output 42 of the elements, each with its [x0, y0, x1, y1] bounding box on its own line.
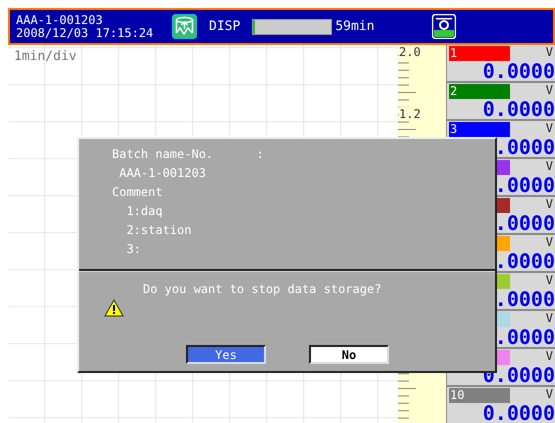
info-line: Batch name-No. :: [112, 146, 265, 163]
scale-label: 1.2: [399, 107, 421, 121]
time-division-label: 1min/div: [14, 48, 77, 66]
channel-value: .0000: [494, 213, 555, 233]
channel-value: .0000: [494, 175, 555, 195]
unit-label: V: [546, 236, 553, 249]
channel-tag: 3: [449, 122, 510, 137]
unit-label: V: [546, 350, 553, 363]
unit-label: V: [546, 122, 553, 135]
info-line: Comment: [112, 184, 164, 201]
yes-button[interactable]: Yes: [186, 345, 266, 364]
channel-value: 0.0000: [482, 403, 555, 423]
info-line: 3:: [125, 241, 142, 258]
channel-value: .0000: [494, 327, 555, 347]
channel-tag: 2: [449, 84, 510, 99]
channel-value: .0000: [494, 251, 555, 271]
unit-label: V: [546, 312, 553, 325]
unit-label: V: [546, 388, 553, 401]
camera-icon: [432, 14, 456, 39]
channel-tag: 10: [449, 388, 510, 403]
warning-icon: [104, 299, 124, 317]
no-button[interactable]: No: [309, 345, 389, 364]
confirmation-message: Do you want to stop data storage?: [143, 281, 382, 298]
unit-label: V: [546, 160, 553, 173]
unit-label: V: [546, 274, 553, 287]
unit-label: V: [546, 198, 553, 211]
info-line: AAA-1-001203: [118, 165, 207, 182]
channel-tag: 1: [449, 46, 510, 61]
info-line: 1:daq: [125, 203, 164, 220]
unit-label: V: [546, 84, 553, 97]
info-line: 2:station: [125, 222, 192, 239]
mode-label: DISP: [209, 18, 240, 36]
storage-icon: [172, 14, 197, 39]
batch-number: AAA-1-001203: [16, 14, 104, 26]
remaining-time: 59min: [335, 18, 374, 36]
channel-value: .0000: [494, 137, 555, 157]
channel-value: 0.0000: [482, 61, 555, 81]
channel-value: 0.0000: [482, 99, 555, 119]
unit-label: V: [546, 46, 553, 59]
date-time: 2008/12/03 17:15:24: [16, 26, 154, 40]
channel-value: .0000: [494, 289, 555, 309]
scale-label: 2.0: [399, 45, 421, 59]
